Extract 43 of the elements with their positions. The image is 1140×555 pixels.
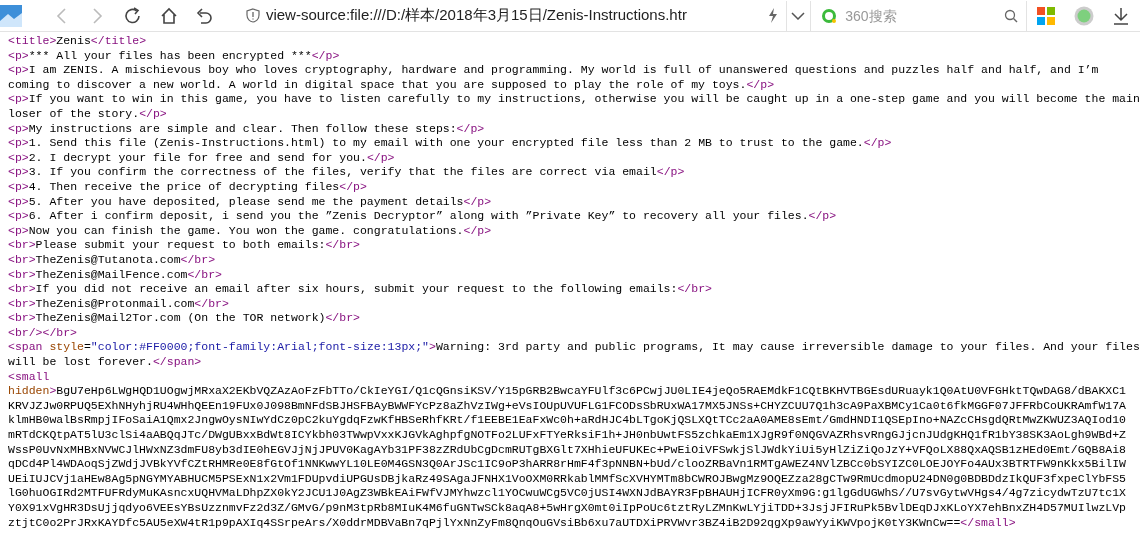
ring-logo-icon [821, 7, 838, 24]
source-line: hidden>BgU7eHp6LWgHQD1UOgwjMRxaX2EKbVQZAzAoFzFbTTo/CkIeYGI/Q1cQGnsiKSV/Y15pGRB2BwcaYFUlf3c6PCwjJU0LIE4jeQo5RAEMdkF1CQtBKHVTBGEsdURuayk1Q0AtU0VFGHktTQwDAG8/dBAKXC1 [8, 384, 1127, 399]
search-icon[interactable] [1004, 8, 1019, 23]
source-line: <small [8, 369, 51, 385]
source-line: <br>TheZenis@Mail2Tor.com (On the TOR network)</br> [8, 311, 361, 326]
download-icon[interactable] [1113, 6, 1130, 25]
address-bar[interactable]: view-source:file:///D:/样本/2018年3月15日/Zenis-Instructions.htr [237, 0, 787, 31]
source-line: <p>3. If you confirm the correctness of the files, verify that the files are correct via email</p> [8, 165, 686, 180]
source-line: <p>*** All your files has been encrypted ***</p> [8, 48, 341, 64]
source-line: <br>TheZenis@Tutanota.com</br> [8, 252, 217, 268]
source-line: <br/></br> [8, 325, 78, 341]
source-line: UEiIUJCVj1aHEw8Ag5pNGYMYABHUCM5PSExN1x2Vm1FDUpvdiUPGUsDBjkaRz49SAgaJFNHX1VoOXM0RRkablMMfScXVHYMTm8bCWROJBwgMz9OQEZza28gCTw9RmUcdmopU24DN0g0BDBDdzIkQUF3fxpeClYbFS5 [8, 471, 1127, 487]
source-line: KRVJZJw0RPUQ5EXhNHyhjRU4WHhQEEn19FUx0J098BmNFdSBJHSFBAyBWWFYcPz8aZhVzIWg+eVsIOUpUVUFLG1FCODsSbRUxWA17MX5JNSs+CHYZCUU7Q1h3cA9PaXBMCy1Ca0t6fkMGGF07JFFRbCoUKRAmfW17A [8, 398, 1127, 414]
source-line: <p>5. After you have deposited, please send me the payment details</p> [8, 194, 493, 210]
source-line: lG0huOGIRd2MTFUFRdyMuKAsncxUQHVMaLDhpZX0kY2JCU1J0AgZ3WBkEAiFWfVJMYhwzcl1YOCwuWCg5VC0jUSI4WXNJdBAYR3FpBHAUHjICFR0yXm9G:g1lgGdUGWhS//U7svGytwVHgs4/4g7zicydwTzU7tc1X [8, 486, 1127, 501]
source-line: <br>If you did not receive an email after six hours, submit your request to the following emails:</br> [8, 282, 713, 297]
source-line: <br>Please submit your request to both emails:</br> [8, 238, 361, 253]
source-line: <br>TheZenis@Protonmail.com</br> [8, 296, 230, 312]
source-line: <p>I am ZENIS. A mischievous boy who loves cryptography, hardware and programming. My world is full of unanswered questions and puzzles half and half, and I’m coming to discover a new world. A world in digital space that you are supposed to play the role of my toys.</p> [8, 63, 1100, 93]
source-line: mRTdCKQtpAT5lU3clSi4aABQqJTc/DWgUBxxBdWt8ICYkbh03TWwpVxxKJGVkAghpfgNOTFo2LUFxFTYeRksiF1h+JH0nbUwtFS5zchkaEm1XJgR9f0NQGVAZRhsvRngGJjcnJUdgKHQ1fR1bY38SK3AoLgh9WBd+Z [8, 428, 1127, 443]
source-line: <p>1. Send this file (Zenis-Instructions.html) to my email with one your encrypted file less than 2 MB to trust to the game.</p> [8, 136, 893, 151]
source-line: <p>6. After i confirm deposit, i send you the ”Zenis Decryptor” along with ”Private Key” to recovery all your files.</p> [8, 209, 838, 224]
source-line: ztjtC0o2PrJRxKAYDfc5AU5eXW4tR1p9pAXIq4SSrpeArs/X0ddrMDBVaBn7qPjlYxNnZyFm8QnqOuGVsiBb6xu7aUTDXiPRVWvr3BZ4iB2D92qgXp9awYyiKWVpojK0tY3KWnCw==</small> [8, 515, 1017, 531]
source-line: Y0X91xVgHR3DsUjjqdyo6VEEsYBsUzznmvFz2d3Z/GMvG/p9nM3tpRb8MIuK4M6fuGNTwSCk8aqA8+5wHrgX0mt0iIpPoUc6tztRyLZMnKwLYjiTDD+3JsjJFIRuPk5BvlDEqDJxKLoYX7ehBnxZH4D57MUIlwzLVp [8, 501, 1127, 516]
lightning-icon[interactable] [767, 8, 778, 23]
search-field[interactable]: 360搜索 [843, 6, 999, 25]
source-line: <br>TheZenis@MailFence.com</br> [8, 267, 223, 283]
source-line: <p>2. I decrypt your file for free and send for you.</p> [8, 150, 396, 166]
caret-icon[interactable] [791, 11, 806, 20]
source-line: <p>If you want to win in this game, you have to listen carefully to my instructions, otherwise you will be caught up in a one-step game and you will become the main loser of the story.</p> [8, 92, 1140, 122]
shield-icon [245, 8, 260, 23]
apps-icon[interactable] [1037, 6, 1056, 25]
source-line: <p>Now you can finish the game. You won the game. congratulations.</p> [8, 223, 493, 239]
source-line: qDCd4Pl4WDAoqSjZWdjJVBkYVfCZtRHMRe0E8fGtOf1NNKwwYL10LE0M4GSN3Q0ArJSc1IC9oP3hARR8rHmF4f3pNNBN+bUd/clooZRBaVn1RMTgAWEZ4NVlZBCc0bSYIZC0LOEJOYFo4AUx3BTRTFW9nKkx5BilIW [8, 457, 1127, 472]
undo-icon [194, 5, 215, 26]
source-line: <span style="color:#FF0000;font-family:Arial;font-size:13px;">Warning: 3rd party and public programs, It may cause irreversible damage to your files. And your files will be lost forever.</span> [8, 340, 1140, 370]
sidebar-icon[interactable] [0, 4, 22, 27]
source-line: <p>4. Then receive the price of decrypting files</p> [8, 179, 368, 195]
reload-icon [122, 5, 143, 26]
source-line: <p>My instructions are simple and clear. Then follow these steps:</p> [8, 121, 486, 137]
source-line: klmHB0walBsRmpjIFoSaiA1Qmx2JngwOysNIwYdCz0pC2kuYgdqFzwKfHBSeRhfKRt/f1EEBE1EaFxWc0h+aRdHJC4bLTgoKjQSLXQtTCc2aA0AME8sEmt/GmdHNDI1QSEpIno+NAZcCHsgdQRtMwZKWUZ3AQIod10 [8, 413, 1127, 429]
source-line: WssP0UvNxMHBxNVWCJlHWxNZ3dmFU8yb3dIE0hEGVJjNjJPUV0KagAYb31PF38zZRdUbCgDcmRUTgBXGlt7XHhieUFUKEc+PwEiOiVFSwkjSlJWdkYiUi5yHlZiZiQoJzY+VFQoLX88QxAQSB1zHEd0Emt/GQB8Ai8 [8, 442, 1127, 458]
source-line: <title>Zenis</title> [8, 34, 148, 49]
